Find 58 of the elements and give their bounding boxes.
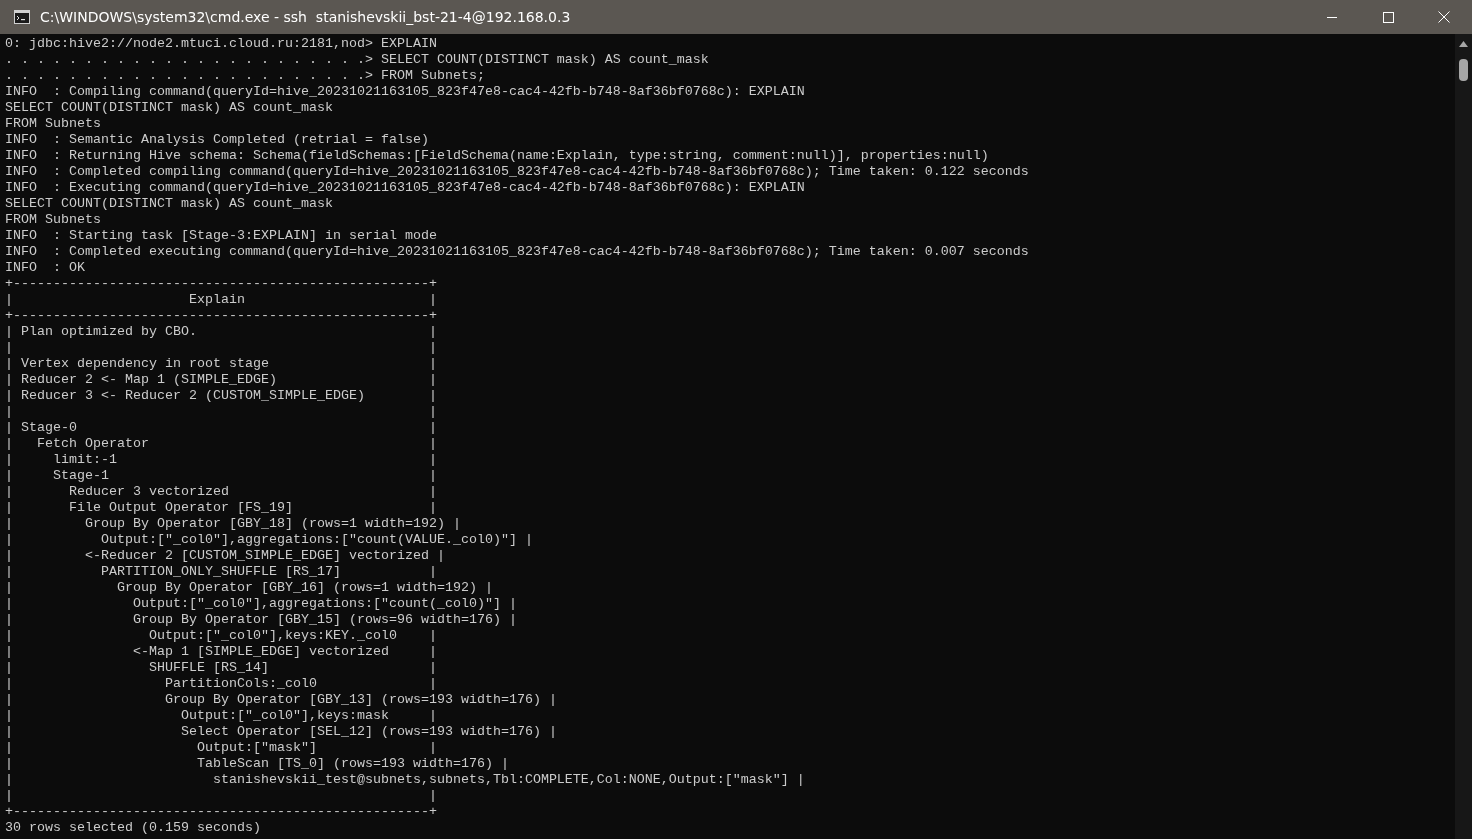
terminal-line: | Reducer 3 <- Reducer 2 (CUSTOM_SIMPLE_EDGE) |: [5, 388, 437, 404]
terminal-line: | Group By Operator [GBY_13] (rows=193 width=176) |: [5, 692, 557, 708]
terminal-line: SELECT COUNT(DISTINCT mask) AS count_mask: [5, 196, 333, 212]
terminal-line: | Vertex dependency in root stage |: [5, 356, 437, 372]
terminal-line: | Plan optimized by CBO. |: [5, 324, 437, 340]
terminal-line: INFO : Semantic Analysis Completed (retrial = false): [5, 132, 429, 148]
terminal-line: | |: [5, 788, 437, 804]
terminal-line: | <-Map 1 [SIMPLE_EDGE] vectorized |: [5, 644, 437, 660]
close-icon: [1438, 11, 1450, 23]
terminal-line: | Stage-0 |: [5, 420, 437, 436]
terminal-line: | Output:["_col0"],aggregations:["count(VALUE._col0)"] |: [5, 532, 533, 548]
terminal-line: | Explain |: [5, 292, 437, 308]
terminal-line: FROM Subnets: [5, 116, 101, 132]
terminal-line: | Output:["_col0"],keys:KEY._col0 |: [5, 628, 437, 644]
terminal-line: . . . . . . . . . . . . . . . . . . . . . . .> FROM Subnets;: [5, 68, 485, 84]
scroll-up-icon[interactable]: [1459, 41, 1468, 47]
terminal-line: | Group By Operator [GBY_15] (rows=96 width=176) |: [5, 612, 517, 628]
terminal-line: | Output:["mask"] |: [5, 740, 437, 756]
terminal-line: | Reducer 3 vectorized |: [5, 484, 437, 500]
terminal-line: 30 rows selected (0.159 seconds): [5, 820, 261, 836]
terminal-line: | limit:-1 |: [5, 452, 437, 468]
terminal-line: INFO : Completed compiling command(queryId=hive_20231021163105_823f47e8-cac4-42fb-b748-8af36bf0768c); Time taken: 0.122 seconds: [5, 164, 1029, 180]
terminal-line: INFO : Starting task [Stage-3:EXPLAIN] in serial mode: [5, 228, 437, 244]
terminal-line: | Output:["_col0"],keys:mask |: [5, 708, 437, 724]
terminal-line: +----------------------------------------------------+: [5, 308, 437, 324]
terminal-line: INFO : Returning Hive schema: Schema(fieldSchemas:[FieldSchema(name:Explain, type:string, comment:null)], properties:null): [5, 148, 989, 164]
terminal-line: SELECT COUNT(DISTINCT mask) AS count_mask: [5, 100, 333, 116]
terminal-line: | stanishevskii_test@subnets,subnets,Tbl:COMPLETE,Col:NONE,Output:["mask"] |: [5, 772, 805, 788]
terminal-line: | Fetch Operator |: [5, 436, 437, 452]
terminal-line: | PartitionCols:_col0 |: [5, 676, 437, 692]
terminal-line: | Group By Operator [GBY_16] (rows=1 width=192) |: [5, 580, 493, 596]
terminal-line: | TableScan [TS_0] (rows=193 width=176) |: [5, 756, 509, 772]
terminal-line: | Select Operator [SEL_12] (rows=193 width=176) |: [5, 724, 557, 740]
terminal-line: | File Output Operator [FS_19] |: [5, 500, 437, 516]
scroll-thumb[interactable]: [1459, 59, 1468, 81]
terminal-icon: [14, 10, 30, 24]
terminal-line: | |: [5, 404, 437, 420]
terminal-line: +----------------------------------------------------+: [5, 804, 437, 820]
terminal-line: 0: jdbc:hive2://node2.mtuci.cloud.ru:2181,nod> EXPLAIN: [5, 36, 437, 52]
terminal-line: | Output:["_col0"],aggregations:["count(_col0)"] |: [5, 596, 517, 612]
terminal-line: +----------------------------------------------------+: [5, 276, 437, 292]
terminal-line: INFO : Compiling command(queryId=hive_20231021163105_823f47e8-cac4-42fb-b748-8af36bf0768c): EXPLAIN: [5, 84, 805, 100]
minimize-icon: [1327, 16, 1337, 18]
scrollbar[interactable]: [1455, 34, 1472, 839]
terminal-line: FROM Subnets: [5, 212, 101, 228]
window-title: C:\WINDOWS\system32\cmd.exe - ssh stanishevskii_bst-21-4@192.168.0.3: [40, 9, 572, 25]
terminal-line: INFO : OK: [5, 260, 85, 276]
terminal-line: INFO : Executing command(queryId=hive_20231021163105_823f47e8-cac4-42fb-b748-8af36bf0768c): EXPLAIN: [5, 180, 805, 196]
terminal-line: | |: [5, 340, 437, 356]
terminal-line: | <-Reducer 2 [CUSTOM_SIMPLE_EDGE] vectorized |: [5, 548, 445, 564]
terminal-line: | Group By Operator [GBY_18] (rows=1 width=192) |: [5, 516, 461, 532]
terminal-line: | Reducer 2 <- Map 1 (SIMPLE_EDGE) |: [5, 372, 437, 388]
terminal-line: | Stage-1 |: [5, 468, 437, 484]
terminal-line: | PARTITION_ONLY_SHUFFLE [RS_17] |: [5, 564, 437, 580]
terminal-line: INFO : Completed executing command(queryId=hive_20231021163105_823f47e8-cac4-42fb-b748-8af36bf0768c); Time taken: 0.007 seconds: [5, 244, 1029, 260]
maximize-icon: [1382, 11, 1394, 23]
terminal-line: . . . . . . . . . . . . . . . . . . . . . . .> SELECT COUNT(DISTINCT mask) AS count_mask: [5, 52, 709, 68]
terminal-line: | SHUFFLE [RS_14] |: [5, 660, 437, 676]
